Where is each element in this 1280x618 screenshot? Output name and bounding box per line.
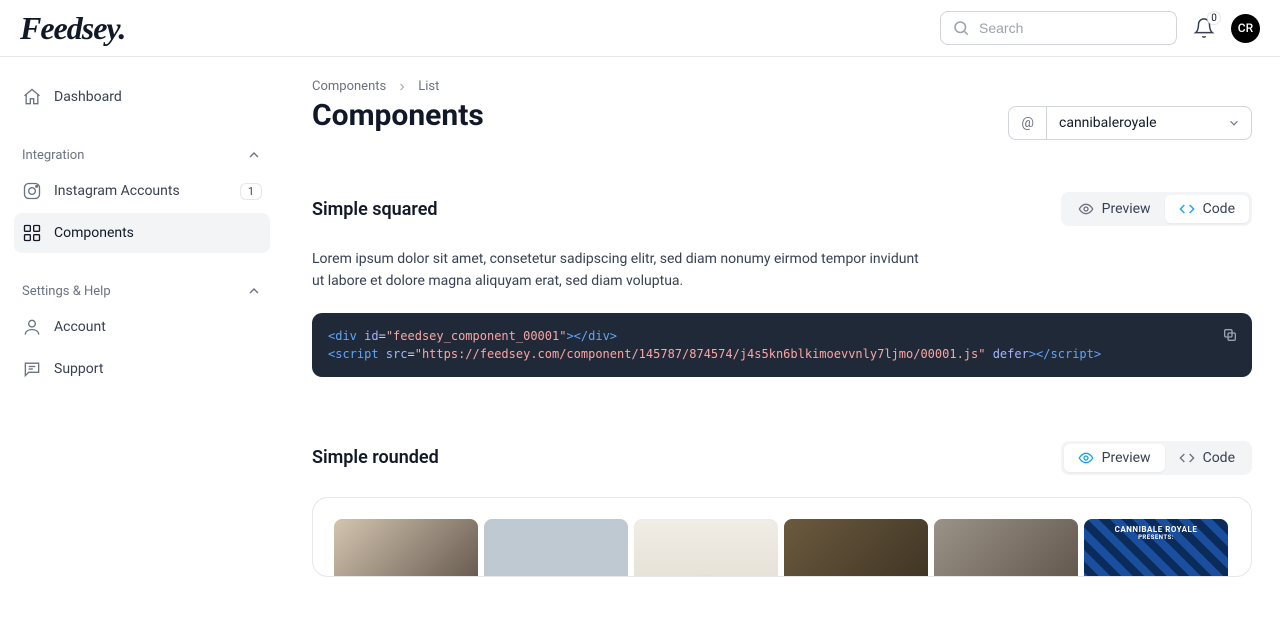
sidebar-item-label: Instagram Accounts	[54, 183, 180, 199]
sidebar-item-components[interactable]: Components	[14, 213, 270, 253]
gallery-item[interactable]	[484, 519, 628, 577]
gallery-item[interactable]	[334, 519, 478, 577]
eye-icon	[1078, 201, 1094, 217]
code-snippet: <div id="feedsey_component_00001"></div>…	[312, 313, 1252, 377]
section-label: Settings & Help	[22, 284, 111, 299]
instagram-count-badge: 1	[240, 183, 262, 200]
sidebar-item-account[interactable]: Account	[14, 307, 270, 347]
view-toggle: Preview Code	[1061, 441, 1252, 475]
gallery-item[interactable]	[934, 519, 1078, 577]
section-title: Simple rounded	[312, 447, 439, 468]
sidebar-item-label: Components	[54, 225, 134, 241]
account-selector[interactable]: @ cannibaleroyale	[1008, 106, 1252, 140]
gallery-preview: CANNIBALE ROYALEPRESENTS:	[312, 497, 1252, 577]
sidebar-section-integration[interactable]: Integration	[14, 137, 270, 171]
grid-icon	[22, 223, 42, 243]
notification-count-badge: 0	[1207, 11, 1221, 25]
code-toggle-button[interactable]: Code	[1165, 195, 1249, 223]
chevron-up-icon	[246, 283, 262, 299]
copy-button[interactable]	[1218, 323, 1242, 347]
sidebar-item-support[interactable]: Support	[14, 349, 270, 389]
section-label: Integration	[22, 148, 84, 163]
eye-icon	[1078, 450, 1094, 466]
preview-toggle-button[interactable]: Preview	[1064, 444, 1165, 472]
chevron-right-icon	[396, 81, 408, 93]
search-icon	[952, 19, 970, 37]
chat-icon	[22, 359, 42, 379]
code-toggle-button[interactable]: Code	[1165, 444, 1249, 472]
account-value: cannibaleroyale	[1047, 115, 1227, 131]
main-content: Components List Components @ cannibalero…	[284, 57, 1280, 577]
toggle-label: Code	[1203, 201, 1235, 217]
sidebar-item-instagram-accounts[interactable]: Instagram Accounts 1	[14, 171, 270, 211]
chevron-down-icon	[1227, 116, 1241, 130]
component-section-simple-rounded: Simple rounded Preview Code	[312, 441, 1252, 577]
sidebar-section-settings[interactable]: Settings & Help	[14, 273, 270, 307]
sidebar-item-label: Support	[54, 361, 103, 377]
sidebar-item-dashboard[interactable]: Dashboard	[14, 77, 270, 117]
breadcrumb-root[interactable]: Components	[312, 79, 386, 94]
chevron-up-icon	[246, 147, 262, 163]
gallery-item[interactable]	[784, 519, 928, 577]
gallery-item[interactable]	[634, 519, 778, 577]
user-icon	[22, 317, 42, 337]
notifications-button[interactable]: 0	[1193, 17, 1215, 39]
code-icon	[1179, 201, 1195, 217]
account-prefix: @	[1009, 107, 1047, 139]
page-title: Components	[312, 98, 484, 133]
preview-toggle-button[interactable]: Preview	[1064, 195, 1165, 223]
search-input[interactable]	[940, 11, 1177, 45]
search-wrap	[940, 11, 1177, 45]
component-section-simple-squared: Simple squared Preview Code Lorem ipsum …	[312, 192, 1252, 377]
sidebar-item-label: Dashboard	[54, 89, 122, 105]
code-icon	[1179, 450, 1195, 466]
avatar[interactable]: CR	[1231, 14, 1260, 43]
sidebar: Dashboard Integration Instagram Accounts…	[0, 57, 284, 577]
view-toggle: Preview Code	[1061, 192, 1252, 226]
toggle-label: Preview	[1102, 201, 1151, 217]
copy-icon	[1222, 327, 1238, 343]
sidebar-item-label: Account	[54, 319, 106, 335]
section-description: Lorem ipsum dolor sit amet, consetetur s…	[312, 248, 932, 293]
breadcrumb: Components List	[312, 79, 1252, 94]
breadcrumb-leaf: List	[418, 79, 439, 94]
home-icon	[22, 87, 42, 107]
toggle-label: Preview	[1102, 450, 1151, 466]
gallery-item[interactable]: CANNIBALE ROYALEPRESENTS:	[1084, 519, 1228, 577]
app-logo[interactable]: Feedsey.	[20, 10, 125, 47]
instagram-icon	[22, 181, 42, 201]
toggle-label: Code	[1203, 450, 1235, 466]
section-title: Simple squared	[312, 199, 438, 220]
